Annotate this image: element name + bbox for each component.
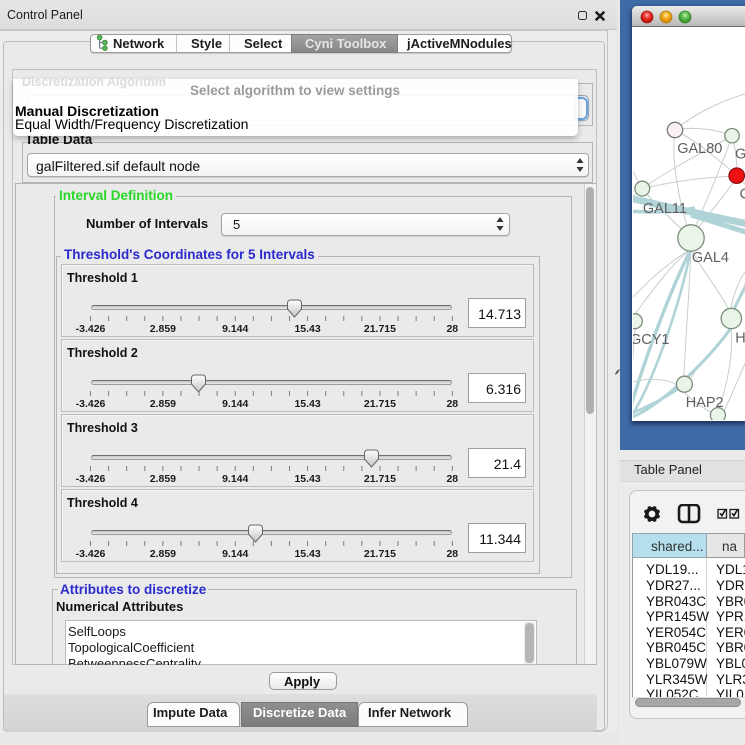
svg-text:HAP2: HAP2: [686, 395, 724, 411]
svg-text:GAL80: GAL80: [677, 141, 722, 157]
svg-text:GA: GA: [735, 147, 745, 163]
svg-text:GAL4: GAL4: [692, 250, 729, 266]
svg-text:GCY1: GCY1: [633, 332, 670, 348]
svg-text:GAL11: GAL11: [643, 201, 687, 217]
svg-text:HA: HA: [735, 331, 745, 347]
svg-text:CR: CR: [740, 187, 745, 203]
